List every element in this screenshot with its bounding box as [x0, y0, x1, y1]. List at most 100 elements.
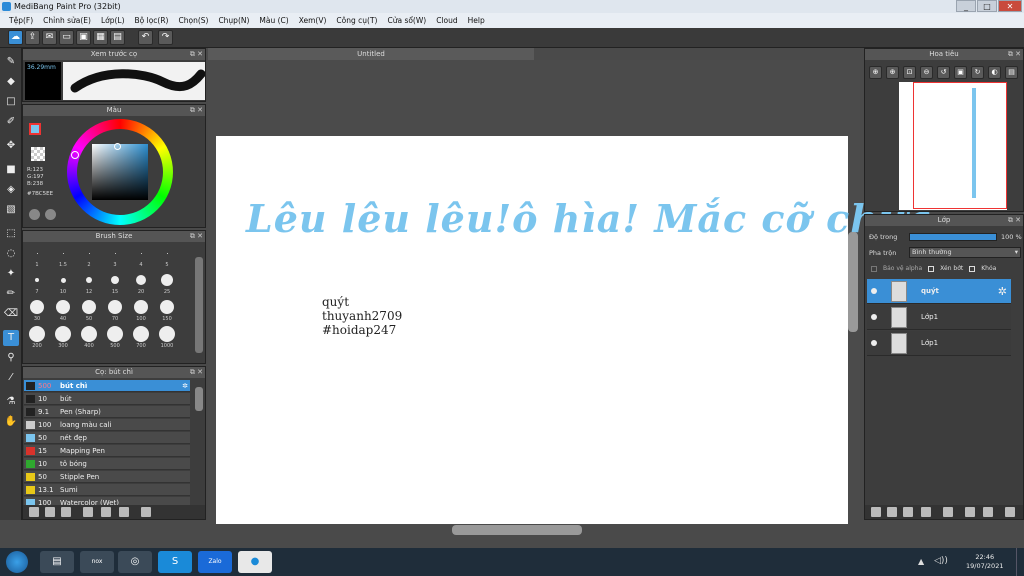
- primary-color-swatch[interactable]: [29, 123, 41, 135]
- redo-icon[interactable]: ↷: [158, 30, 173, 45]
- brush-size-scrollbar[interactable]: [195, 257, 203, 353]
- brush-size-dot[interactable]: [60, 277, 66, 283]
- delete-brush-icon[interactable]: [141, 507, 151, 517]
- folder-icon[interactable]: [943, 507, 953, 517]
- brush-list-item[interactable]: 50 Stipple Pen: [24, 471, 190, 483]
- zoom-out-icon[interactable]: ⊖: [920, 66, 933, 79]
- limewire-taskbar-icon[interactable]: ◎: [118, 551, 152, 573]
- export-icon[interactable]: ⇪: [25, 30, 40, 45]
- move-tool-icon[interactable]: ✥: [3, 138, 19, 154]
- folder-icon[interactable]: [101, 507, 111, 517]
- brush-list-item[interactable]: 100 loang màu cali: [24, 419, 190, 431]
- brush-size-dot[interactable]: [86, 277, 92, 283]
- layer-menu-icon[interactable]: [921, 507, 931, 517]
- layout-icon[interactable]: ▤: [110, 30, 125, 45]
- new-brush-icon[interactable]: [45, 507, 55, 517]
- zalo-taskbar-icon[interactable]: Zalo: [198, 551, 232, 573]
- comment-icon[interactable]: ✉: [42, 30, 57, 45]
- select-tool-icon[interactable]: ⬚: [3, 226, 19, 242]
- brush-size-dot[interactable]: [159, 326, 175, 342]
- brush-size-dot[interactable]: [30, 300, 44, 314]
- brush-list-item[interactable]: 10 bút: [24, 393, 190, 405]
- menu-tools[interactable]: Công cụ(T): [331, 16, 382, 25]
- eraser-tool-icon[interactable]: ◆: [3, 74, 19, 90]
- skype-taskbar-icon[interactable]: S: [158, 551, 192, 573]
- brush-list-item[interactable]: 9.1 Pen (Sharp): [24, 406, 190, 418]
- merge-layer-icon[interactable]: [983, 507, 993, 517]
- grid-icon[interactable]: ▦: [93, 30, 108, 45]
- panel-buttons[interactable]: ⧉ ✕: [190, 231, 203, 242]
- eye-icon[interactable]: [871, 314, 877, 320]
- brush-size-dot[interactable]: [166, 252, 168, 254]
- menu-snap[interactable]: Chụp(N): [213, 16, 254, 25]
- zoom-in-icon[interactable]: ⊕: [869, 66, 882, 79]
- gear-icon[interactable]: ✲: [998, 285, 1007, 298]
- add-brush-icon[interactable]: [29, 507, 39, 517]
- copy-brush-icon[interactable]: [119, 507, 129, 517]
- document-tab[interactable]: Untitled: [208, 48, 534, 60]
- eye-icon[interactable]: [871, 340, 877, 346]
- brush-size-dot[interactable]: [82, 300, 96, 314]
- brush-size-dot[interactable]: [140, 252, 142, 254]
- menu-help[interactable]: Help: [463, 16, 490, 25]
- clipping-checkbox[interactable]: [928, 265, 935, 272]
- panel-buttons[interactable]: ⧉ ✕: [190, 367, 203, 378]
- hand-tool-icon[interactable]: ✋: [3, 414, 19, 430]
- brush-settings-icon[interactable]: [83, 507, 93, 517]
- magic-wand-icon[interactable]: ✦: [3, 266, 19, 282]
- brush-size-dot[interactable]: [88, 252, 90, 254]
- minimize-button[interactable]: _: [956, 0, 976, 12]
- nox-taskbar-icon[interactable]: nox: [80, 551, 114, 573]
- transparent-swatch[interactable]: [31, 147, 45, 161]
- navigator-viewport[interactable]: [913, 82, 1007, 209]
- reset-view-icon[interactable]: ▣: [954, 66, 967, 79]
- copy-layer-icon[interactable]: [965, 507, 975, 517]
- fill-rect-icon[interactable]: ■: [3, 162, 19, 178]
- brush-size-dot[interactable]: [111, 276, 119, 284]
- horizontal-scrollbar[interactable]: [452, 525, 582, 535]
- cloud-icon[interactable]: ☁: [8, 30, 23, 45]
- eyedropper-icon[interactable]: ⚗: [3, 394, 19, 410]
- explorer-taskbar-icon[interactable]: ▤: [40, 551, 74, 573]
- medibang-taskbar-icon[interactable]: ●: [238, 551, 272, 573]
- undo-icon[interactable]: ↶: [138, 30, 153, 45]
- bucket-tool-icon[interactable]: ◈: [3, 182, 19, 198]
- hue-cursor[interactable]: [71, 151, 79, 159]
- show-desktop-button[interactable]: [1016, 548, 1024, 576]
- brush-size-dot[interactable]: [136, 275, 146, 285]
- brush-size-dot[interactable]: [107, 326, 123, 342]
- start-button[interactable]: [6, 551, 28, 573]
- new-halftone-layer-icon[interactable]: [887, 507, 897, 517]
- menu-color[interactable]: Màu (C): [254, 16, 293, 25]
- delete-layer-icon[interactable]: [1005, 507, 1015, 517]
- lock-checkbox[interactable]: [969, 265, 976, 272]
- zoom-in-alt-icon[interactable]: ⊕: [886, 66, 899, 79]
- panel-buttons[interactable]: ⧉ ✕: [1008, 49, 1021, 60]
- panel-buttons[interactable]: ⧉ ✕: [190, 105, 203, 116]
- menu-file[interactable]: Tệp(F): [4, 16, 38, 25]
- menu-window[interactable]: Cửa sổ(W): [382, 16, 431, 25]
- brush-size-dot[interactable]: [55, 326, 71, 342]
- layer-row[interactable]: quýt ✲: [867, 279, 1011, 304]
- gear-icon[interactable]: ✲: [182, 380, 188, 392]
- brush-size-dot[interactable]: [114, 252, 116, 254]
- close-button[interactable]: ✕: [998, 0, 1022, 12]
- select-eraser-icon[interactable]: ⌫: [3, 306, 19, 322]
- brush-list-item[interactable]: 500 bút chì ✲: [24, 380, 190, 392]
- protect-alpha-checkbox[interactable]: [871, 265, 877, 272]
- vertical-scrollbar[interactable]: [848, 232, 858, 332]
- rotate-right-icon[interactable]: ↻: [971, 66, 984, 79]
- lasso-tool-icon[interactable]: ◌: [3, 246, 19, 262]
- fit-icon[interactable]: ⊡: [903, 66, 916, 79]
- new-8bit-layer-icon[interactable]: [903, 507, 913, 517]
- brush-size-dot[interactable]: [161, 274, 173, 286]
- brush-size-dot[interactable]: [108, 300, 122, 314]
- panel-buttons[interactable]: ⧉ ✕: [1008, 215, 1021, 226]
- palette-icon[interactable]: [29, 209, 40, 220]
- navigator-thumbnail[interactable]: [899, 82, 1007, 210]
- pen-tool-icon[interactable]: ✎: [3, 54, 19, 70]
- brush-size-dot[interactable]: [35, 278, 39, 282]
- document-canvas[interactable]: Lêu lêu lêu!ô hìa! Mắc cỡ chưa quýt thuy…: [216, 136, 932, 524]
- menu-cloud[interactable]: Cloud: [431, 16, 462, 25]
- menu-filter[interactable]: Bộ lọc(R): [130, 16, 174, 25]
